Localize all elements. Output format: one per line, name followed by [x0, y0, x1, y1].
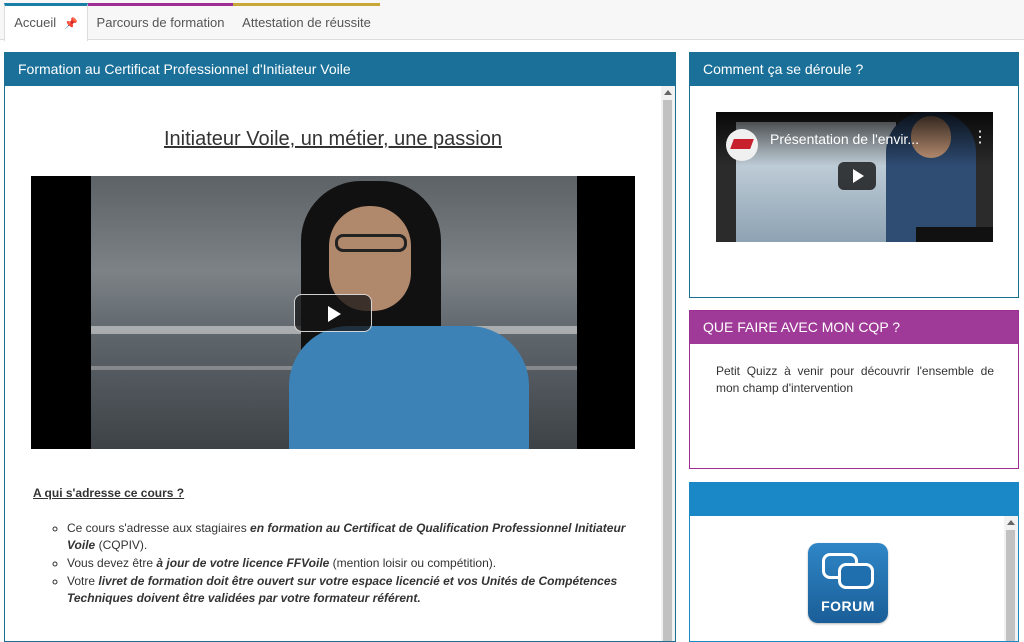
main-panel: Formation au Certificat Professionnel d'… [4, 52, 676, 642]
list-item-text: Ce cours s'adresse aux stagiaires [67, 521, 251, 535]
forum-label: FORUM [821, 598, 875, 614]
list-item-text: (mention loisir ou compétition). [329, 556, 497, 570]
scrollbar-thumb[interactable] [1006, 530, 1015, 641]
pin-icon: 📌 [64, 18, 78, 30]
right-panel-cqp: QUE FAIRE AVEC MON CQP ? Petit Quizz à v… [689, 310, 1019, 469]
logo-mark [730, 139, 754, 149]
play-icon [853, 169, 864, 183]
chat-bubble-icon-2 [838, 563, 874, 589]
list-item-text: (CQPIV). [95, 538, 148, 552]
course-heading: Initiateur Voile, un métier, une passion [164, 128, 502, 150]
play-icon [328, 306, 341, 322]
right-panel-deroule: Comment ça se déroule ? Présentation de … [689, 52, 1019, 298]
main-panel-scrollbar[interactable] [661, 86, 675, 641]
main-panel-content: Initiateur Voile, un métier, une passion… [5, 86, 661, 641]
tab-accueil-label: Accueil [14, 15, 57, 30]
section-title: A qui s'adresse ce cours ? [33, 486, 185, 500]
scrollbar-thumb[interactable] [663, 100, 672, 641]
presentation-video-player[interactable]: Présentation de l'envir... ⋮ [716, 112, 993, 242]
tab-attestation-de-reussite[interactable]: Attestation de réussite [233, 3, 380, 40]
channel-logo[interactable] [726, 129, 758, 161]
scroll-up-icon[interactable] [664, 90, 672, 95]
list-item-text: Vous devez être [67, 556, 157, 570]
person-jacket [289, 326, 529, 449]
list-item: Vous devez être à jour de votre licence … [67, 555, 651, 572]
list-item-text: Votre [67, 574, 99, 588]
play-button[interactable] [294, 294, 372, 332]
video-title[interactable]: Présentation de l'envir... [770, 131, 960, 147]
desk-decoration [916, 227, 993, 242]
forum-icon[interactable]: FORUM [808, 543, 888, 623]
right-panel-forum-header [690, 483, 1018, 516]
tab-attestation-label: Attestation de réussite [242, 15, 371, 30]
audience-list: Ce cours s'adresse aux stagiaires en for… [51, 520, 651, 608]
more-options-icon[interactable]: ⋮ [972, 130, 988, 146]
tab-accueil[interactable]: Accueil 📌 [4, 3, 88, 41]
main-video-player[interactable] [31, 176, 635, 449]
right-panel-deroule-title: Comment ça se déroule ? [690, 53, 1018, 86]
tab-parcours-label: Parcours de formation [96, 15, 225, 30]
scroll-up-icon[interactable] [1007, 520, 1015, 525]
list-item-emphasis: à jour de votre licence FFVoile [156, 556, 330, 570]
list-item: Votre livret de formation doit être ouve… [67, 573, 651, 607]
main-panel-title: Formation au Certificat Professionnel d'… [5, 53, 675, 86]
right-panel-forum: FORUM [689, 482, 1019, 642]
tab-parcours-de-formation[interactable]: Parcours de formation [88, 3, 233, 40]
quiz-description: Petit Quizz à venir pour découvrir l'ens… [716, 364, 994, 395]
play-button[interactable] [838, 162, 876, 190]
person-glasses [335, 234, 407, 252]
list-item-emphasis: livret de formation doit être ouvert sur… [67, 574, 618, 605]
tab-bar: Accueil 📌 Parcours de formation Attestati… [0, 0, 1024, 41]
list-item: Ce cours s'adresse aux stagiaires en for… [67, 520, 651, 554]
forum-panel-scrollbar[interactable] [1004, 516, 1018, 641]
right-panel-cqp-title: QUE FAIRE AVEC MON CQP ? [690, 311, 1018, 344]
